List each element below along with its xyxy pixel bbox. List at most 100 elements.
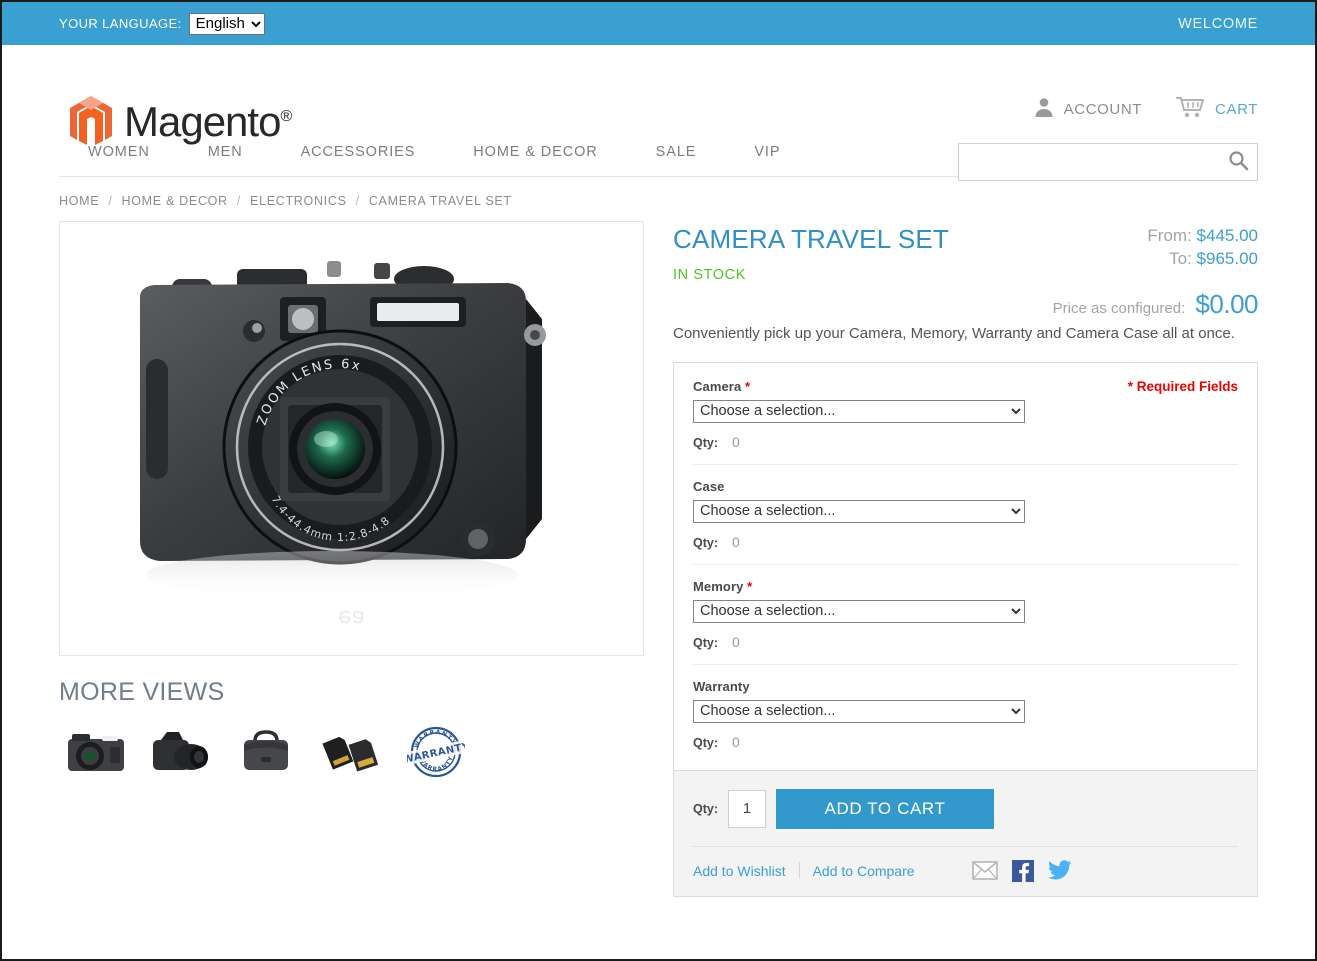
product-main-image[interactable]: ZOOM LENS 6x 7.4-44.4mm 1:2.8-4.8 ea (59, 221, 644, 656)
svg-text:ea: ea (338, 605, 365, 630)
search-box[interactable] (958, 143, 1258, 181)
option-qty-label: Qty: (693, 635, 718, 650)
language-select[interactable]: English (188, 12, 265, 35)
user-icon (1033, 96, 1055, 123)
thumbnail-dslr-camera[interactable] (144, 721, 218, 783)
price-configured-value: $0.00 (1195, 288, 1258, 319)
search-icon (1228, 150, 1249, 174)
nav-item-accessories[interactable]: ACCESSORIES (272, 141, 445, 163)
thumbnail-list: WARRANTY WARRANTY WARRANTY (59, 721, 644, 783)
product-title-row: CAMERA TRAVEL SET IN STOCK From: $445.00… (673, 221, 1258, 319)
breadcrumb-separator: / (355, 194, 360, 208)
price-to-value: $965.00 (1196, 248, 1258, 268)
breadcrumb-separator: / (236, 194, 242, 208)
add-to-wishlist-link[interactable]: Add to Wishlist (693, 863, 786, 879)
price-from-row: From: $445.00 (1053, 225, 1258, 248)
magento-hexagon-logo-icon (68, 95, 114, 149)
product-gallery: ZOOM LENS 6x 7.4-44.4mm 1:2.8-4.8 ea MOR… (59, 221, 644, 783)
option-qty-warranty: Qty: 0 (693, 734, 1238, 750)
header-links: ACCOUNT CART (1033, 95, 1258, 124)
share-icons (971, 859, 1072, 882)
price-to-label: To: (1169, 248, 1192, 268)
shopping-cart-icon (1176, 95, 1206, 124)
option-qty-label: Qty: (693, 435, 718, 450)
more-views-title: MORE VIEWS (59, 678, 225, 706)
options-body: * Required Fields Camera * Choose a sele… (674, 363, 1257, 770)
price-block: From: $445.00 To: $965.00 Price as confi… (1052, 225, 1259, 320)
account-link[interactable]: ACCOUNT (1033, 96, 1142, 123)
option-qty-label: Qty: (693, 535, 718, 550)
option-qty-value: 0 (732, 733, 740, 750)
product-info: CAMERA TRAVEL SET IN STOCK From: $445.00… (673, 221, 1258, 897)
option-qty-value: 0 (732, 433, 740, 450)
option-label-case: Case (693, 478, 725, 494)
memory-cards-thumb-icon (322, 736, 379, 772)
price-configured-row: Price as configured: $0.00 (1052, 288, 1259, 320)
cart-label: CART (1215, 101, 1258, 118)
cart-qty-label: Qty: (693, 801, 718, 816)
welcome-message: WELCOME (1178, 15, 1258, 32)
site-logo[interactable]: Magento® (68, 95, 292, 149)
site-header: Magento® ACCOUNT CART (2, 45, 1315, 181)
thumbnail-warranty-stamp[interactable]: WARRANTY WARRANTY WARRANTY (399, 721, 473, 783)
cart-row: Qty: ADD TO CART (693, 788, 1238, 829)
cart-link[interactable]: CART (1176, 95, 1258, 124)
twitter-icon[interactable] (1047, 860, 1072, 881)
nav-item-vip[interactable]: VIP (725, 141, 809, 163)
nav-item-sale[interactable]: SALE (627, 141, 726, 163)
option-qty-memory: Qty: 0 (693, 634, 1238, 650)
option-qty-value: 0 (732, 533, 740, 550)
option-label-memory: Memory * (693, 578, 753, 594)
option-select-memory[interactable]: Choose a selection... (693, 599, 1025, 623)
search-button[interactable] (1219, 144, 1257, 180)
price-configured-label: Price as configured: (1052, 299, 1186, 317)
product-main: ZOOM LENS 6x 7.4-44.4mm 1:2.8-4.8 ea MOR… (59, 221, 1258, 897)
product-action-links: Add to Wishlist Add to Compare (693, 845, 1238, 882)
quantity-input[interactable] (728, 789, 766, 828)
product-options-panel: * Required Fields Camera * Choose a sele… (673, 361, 1258, 897)
warranty-stamp-thumb-icon: WARRANTY WARRANTY WARRANTY (407, 726, 465, 778)
thumbnail-compact-camera[interactable] (59, 721, 133, 783)
email-icon[interactable] (971, 861, 998, 881)
add-to-cart-button[interactable]: ADD TO CART (776, 788, 994, 829)
add-to-compare-link[interactable]: Add to Compare (813, 863, 915, 879)
option-qty-value: 0 (732, 633, 740, 650)
price-to-row: To: $965.00 (1053, 248, 1258, 271)
thumbnail-camera-bag[interactable] (229, 721, 303, 783)
required-fields-note: * Required Fields (1127, 378, 1238, 394)
link-divider (798, 862, 800, 880)
registered-mark: ® (280, 108, 292, 125)
thumbnail-memory-cards[interactable] (314, 721, 388, 783)
breadcrumb-item-home[interactable]: HOME (59, 194, 99, 208)
option-select-warranty[interactable]: Choose a selection... (693, 699, 1025, 723)
account-label: ACCOUNT (1063, 101, 1143, 118)
nav-item-home-decor[interactable]: HOME & DECOR (444, 141, 626, 163)
required-marker: * (745, 378, 751, 394)
breadcrumb-separator: / (108, 194, 113, 208)
browser-page: YOUR LANGUAGE: English WELCOME Magento® (0, 0, 1317, 961)
required-marker: * (747, 578, 753, 594)
digital-camera-image: ZOOM LENS 6x 7.4-44.4mm 1:2.8-4.8 ea (111, 238, 592, 639)
breadcrumb-item-current: CAMERA TRAVEL SET (368, 194, 512, 208)
option-group-memory: Memory * Choose a selection... Qty: 0 (693, 563, 1238, 664)
option-group-case: Case Choose a selection... Qty: 0 (693, 463, 1238, 564)
breadcrumb-item-home-decor[interactable]: HOME & DECOR (122, 194, 228, 208)
search-input[interactable] (959, 144, 1219, 180)
option-group-warranty: Warranty Choose a selection... Qty: 0 (693, 663, 1238, 764)
brand-name: Magento® (124, 98, 292, 145)
facebook-icon[interactable] (1011, 859, 1034, 882)
add-to-cart-section: Qty: ADD TO CART Add to Wishlist Add to … (674, 769, 1257, 896)
breadcrumb: HOME / HOME & DECOR / ELECTRONICS / CAME… (59, 194, 1258, 208)
breadcrumb-item-electronics[interactable]: ELECTRONICS (250, 194, 347, 208)
option-select-case[interactable]: Choose a selection... (693, 499, 1025, 523)
option-label-warranty: Warranty (693, 678, 750, 694)
option-qty-case: Qty: 0 (693, 534, 1238, 550)
language-label: YOUR LANGUAGE: (59, 16, 182, 31)
option-qty-camera: Qty: 0 (693, 434, 1238, 450)
price-from-label: From: (1147, 226, 1192, 245)
price-from-value: $445.00 (1196, 226, 1258, 245)
option-qty-label: Qty: (693, 735, 718, 750)
camera-bag-thumb-icon (244, 730, 288, 770)
option-select-camera[interactable]: Choose a selection... (693, 399, 1025, 423)
dslr-camera-thumb-icon (153, 732, 208, 770)
